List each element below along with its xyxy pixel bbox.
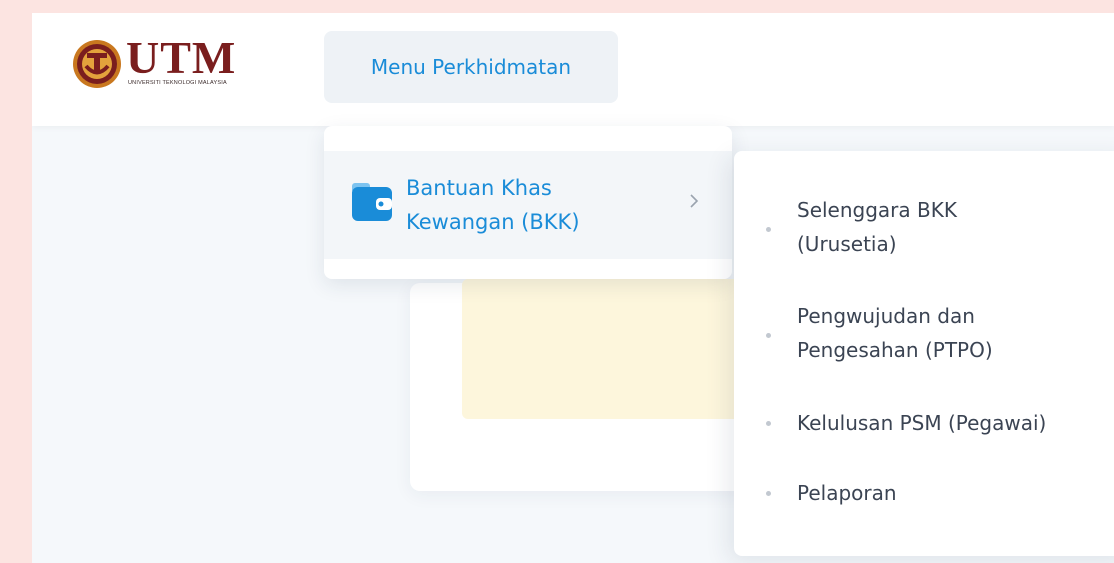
submenu-item-label: Pelaporan xyxy=(797,481,897,505)
top-bar: UTM UNIVERSITI TEKNOLOGI MALAYSIA Menu P… xyxy=(32,13,1114,126)
dropdown-item-label-line2: Kewangan (BKK) xyxy=(406,210,580,234)
bullet-dot-icon xyxy=(766,491,771,496)
submenu-label-line1: Selenggara BKK xyxy=(797,198,957,222)
highlight-panel xyxy=(462,279,772,419)
logo-subtitle: UNIVERSITI TEKNOLOGI MALAYSIA xyxy=(128,80,227,86)
chevron-right-icon xyxy=(690,194,699,208)
dropdown-item-bkk[interactable]: Bantuan Khas Kewangan (BKK) xyxy=(324,151,732,259)
submenu-item-selenggara[interactable]: Selenggara BKK (Urusetia) xyxy=(734,193,1114,269)
submenu-item-label: Kelulusan PSM (Pegawai) xyxy=(797,411,1047,435)
app-window: UTM UNIVERSITI TEKNOLOGI MALAYSIA Menu P… xyxy=(32,13,1114,563)
utm-seal-icon xyxy=(73,40,121,88)
utm-logo[interactable]: UTM UNIVERSITI TEKNOLOGI MALAYSIA xyxy=(72,32,242,97)
submenu-label-line1: Pengwujudan dan xyxy=(797,304,975,328)
bkk-submenu: Selenggara BKK (Urusetia) Pengwujudan da… xyxy=(734,151,1114,556)
dropdown-item-label-line1: Bantuan Khas xyxy=(406,176,552,200)
submenu-item-kelulusan[interactable]: Kelulusan PSM (Pegawai) xyxy=(734,406,1114,440)
submenu-label-line2: (Urusetia) xyxy=(797,232,897,256)
submenu-item-pelaporan[interactable]: Pelaporan xyxy=(734,476,1114,510)
submenu-item-label: Selenggara BKK (Urusetia) xyxy=(797,193,1114,261)
submenu-item-label: Pengwujudan dan Pengesahan (PTPO) xyxy=(797,299,1114,367)
bullet-dot-icon xyxy=(766,421,771,426)
wallet-icon xyxy=(352,183,392,221)
menu-button-label: Menu Perkhidmatan xyxy=(370,55,572,79)
submenu-label-line2: Pengesahan (PTPO) xyxy=(797,338,993,362)
services-dropdown: Bantuan Khas Kewangan (BKK) xyxy=(324,126,732,279)
logo-wordmark: UTM xyxy=(126,32,237,83)
bullet-dot-icon xyxy=(766,333,771,338)
bullet-dot-icon xyxy=(766,227,771,232)
submenu-item-pengwujudan[interactable]: Pengwujudan dan Pengesahan (PTPO) xyxy=(734,299,1114,375)
menu-perkhidmatan-button[interactable]: Menu Perkhidmatan xyxy=(324,31,618,103)
dropdown-item-label: Bantuan Khas Kewangan (BKK) xyxy=(406,171,646,239)
